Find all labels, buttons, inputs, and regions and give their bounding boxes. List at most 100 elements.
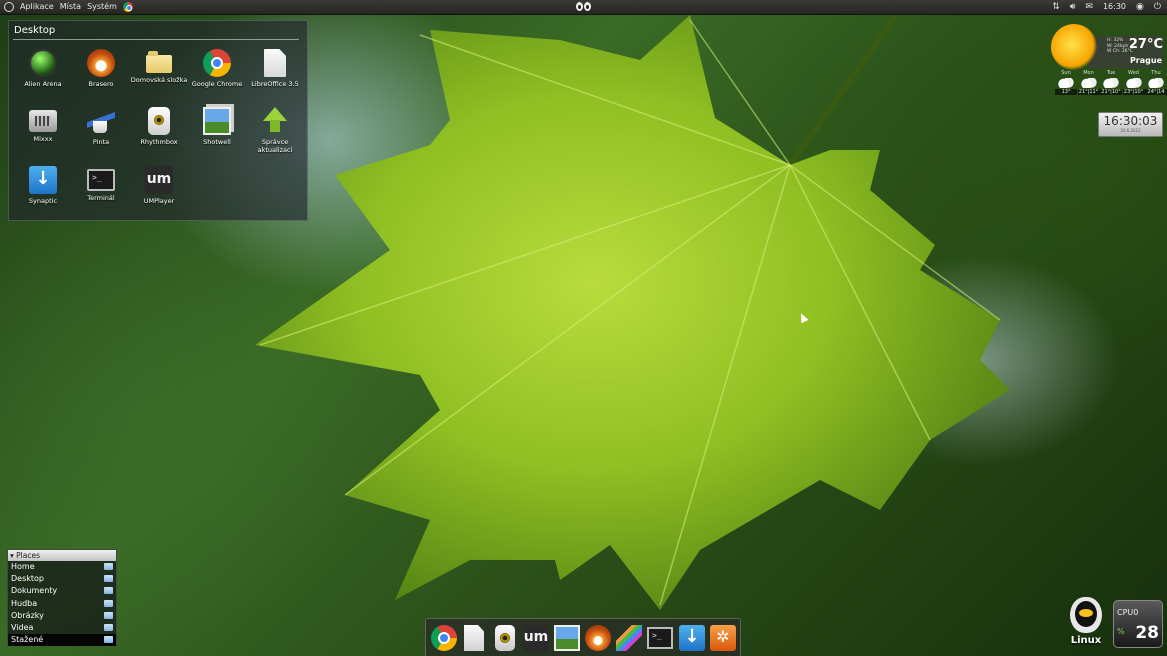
place-item-downloads[interactable]: Stažené [8,634,116,647]
mail-icon[interactable]: ✉ [1085,0,1093,14]
place-item-videos[interactable]: Videa [8,622,116,634]
libreoffice-icon[interactable] [464,625,484,651]
tux-icon [1070,597,1102,633]
place-item-pictures[interactable]: Obrázky [8,610,116,622]
forecast-day-name: Mon [1083,70,1094,76]
power-icon[interactable]: ⏻ [1154,0,1161,14]
chrome-launcher-icon[interactable] [122,2,133,12]
places-header[interactable]: ▾ Places [8,550,116,561]
icon-label: LibreOffice 3.5 [251,80,299,88]
desktop-icon-brasero[interactable]: Brasero [72,49,130,88]
forecast-temps: 24°|14 [1145,89,1167,95]
forecast-day-name: Wed [1128,70,1139,76]
libreoffice-icon [264,49,286,77]
mixxx-icon [29,110,57,132]
folder-icon [104,611,113,619]
place-item-home[interactable]: Home [8,561,116,573]
place-item-desktop[interactable]: Desktop [8,573,116,585]
forecast-day-name: Thu [1151,70,1161,76]
icon-label: Synaptic [28,197,58,205]
update-manager-icon[interactable] [710,625,736,651]
brasero-icon[interactable] [585,625,611,651]
rhythmbox-icon[interactable] [495,625,515,651]
folder-icon [104,623,113,631]
icon-label: Rhythmbox [140,138,178,146]
linux-badge: Linux [1066,597,1106,649]
menu-applications[interactable]: Aplikace [20,0,54,14]
desktop-icon-home-folder[interactable]: Domovská složka [130,49,188,84]
forecast-temps: 13° [1055,89,1077,95]
sun-icon [1051,24,1097,70]
desktop-icon-synaptic[interactable]: Synaptic [14,166,72,205]
chrome-icon[interactable] [431,625,457,651]
chrome-icon [203,49,231,77]
icon-label: Mixxx [33,135,53,143]
eye-indicator-icon[interactable]: ◉ [1136,0,1144,14]
weather-widget: H: 32% W: 24kph W Ch: 26°C 27°C Prague S… [1047,24,1167,106]
folder-icon [104,575,113,583]
desktop-folder-widget: Desktop Alien Arena Brasero Domovská slo… [8,20,308,221]
shotwell-icon [203,107,231,135]
desktop-icon-terminal[interactable]: Terminál [72,166,130,202]
ubuntu-logo-icon[interactable] [4,2,14,12]
place-label: Home [11,562,35,571]
desktop-icon-shotwell[interactable]: Shotwell [188,107,246,146]
terminal-icon[interactable] [647,627,673,649]
rhythmbox-icon [148,107,170,135]
desktop-icon-rhythmbox[interactable]: Rhythmbox [130,107,188,146]
cloud-icon [1080,78,1097,88]
synaptic-icon[interactable] [679,625,705,651]
forecast-day: Mon 21°|11° [1077,70,1100,95]
shotwell-icon[interactable] [554,625,580,651]
menu-system[interactable]: Systém [87,0,117,14]
forecast-day: Thu 24°|14 [1145,70,1167,95]
place-item-music[interactable]: Hudba [8,598,116,610]
volume-icon[interactable]: 🔊︎ [1070,0,1076,14]
icon-label: Pinta [92,138,110,146]
desktop-icon-libreoffice[interactable]: LibreOffice 3.5 [246,49,304,88]
place-label: Videa [11,622,34,632]
current-temperature: 27°C [1128,37,1163,52]
menu-places[interactable]: Místa [60,0,81,14]
place-label: Stažené [11,635,44,645]
place-item-documents[interactable]: Dokumenty [8,585,116,597]
terminal-icon [87,169,115,191]
update-manager-icon [261,107,289,135]
forecast-temps: 21°|11° [1077,89,1100,95]
desktop-icon-pinta[interactable]: Pinta [72,107,130,146]
forecast-temps: 23°|10° [1122,89,1145,95]
dock [425,618,741,656]
forecast-day: Wed 23°|10° [1122,70,1145,95]
umplayer-icon[interactable] [523,625,549,651]
cpu-value: 28 [1135,623,1159,643]
icon-label: UMPlayer [143,197,175,205]
desktop-icon-alien-arena[interactable]: Alien Arena [14,49,72,88]
desktop-icon-google-chrome[interactable]: Google Chrome [188,49,246,88]
eye-icon [576,2,583,11]
digital-clock-widget: 16:30:03 24.6.2012 [1098,112,1163,137]
icon-label: Terminál [87,194,115,202]
alien-arena-icon [29,49,57,77]
desktop-icon-update-manager[interactable]: Správce aktualizací [246,107,304,154]
cpu-label: CPU0 [1117,608,1139,617]
forecast-temps: 21°|10° [1100,89,1122,95]
cloud-icon [1103,78,1119,88]
desktop-icon-umplayer[interactable]: UMPlayer [130,166,188,205]
forecast-day: Tue 21°|10° [1100,70,1122,95]
icon-label: Domovská složka [130,76,188,84]
clock-date: 24.6.2012 [1120,128,1141,133]
forecast-day-name: Sun [1061,70,1071,76]
icon-label: Brasero [88,80,114,88]
icon-label: Shotwell [203,138,231,146]
network-icon[interactable]: ⇅ [1052,0,1060,14]
panel-clock[interactable]: 16:30 [1103,0,1126,14]
cpu-monitor-widget: CPU0 % 28 [1113,600,1163,648]
pinta-icon[interactable] [616,625,642,651]
eye-icon [584,2,591,11]
cloud-icon [1058,78,1074,88]
icon-label: Správce aktualizací [257,138,293,154]
desktop-icon-mixxx[interactable]: Mixxx [14,107,72,143]
umplayer-icon [145,166,173,194]
icon-label: Google Chrome [191,80,243,88]
places-widget: ▾ Places Home Desktop Dokumenty Hudba Ob… [7,549,117,647]
